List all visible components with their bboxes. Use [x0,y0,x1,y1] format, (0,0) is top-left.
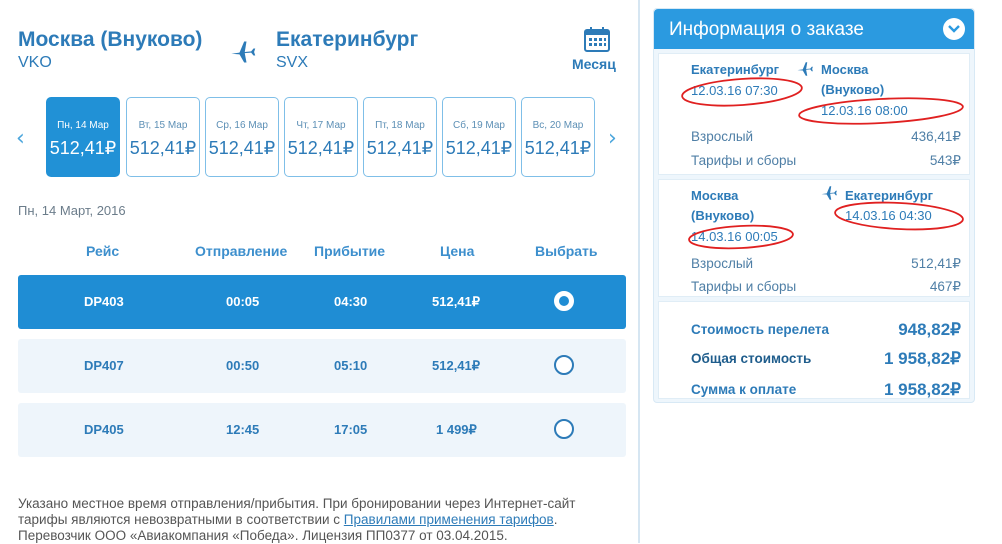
fees-label: Тарифы и сборы [691,279,797,294]
select-radio[interactable] [554,355,574,375]
day-tab-price: 512,41₽ [524,138,592,158]
day-tab[interactable]: Вт, 15 Мар 512,41₽ [126,97,200,177]
airplane-icon [797,62,813,76]
day-tab[interactable]: Вс, 20 Мар 512,41₽ [521,97,595,177]
order-info-panel: Информация о заказе Екатеринбург Москва … [653,8,975,403]
route-from-code: VKO [18,54,52,71]
footnote-text: тарифы являются невозвратными в соответс… [18,512,344,527]
radio-dot [559,296,569,306]
flight-cost-value: 948,82₽ [898,320,961,339]
column-header-select: Выбрать [535,243,598,259]
day-tab-date: Вс, 20 Мар [532,120,584,131]
day-tab-date: Сб, 19 Мар [453,120,505,131]
chevron-down-icon[interactable] [943,18,965,40]
month-view-button[interactable]: Месяц [572,56,616,72]
arrival-time: 04:30 [334,294,368,309]
calendar-icon[interactable] [584,26,610,52]
day-tab-price: 512,41₽ [129,138,197,158]
adult-price: 512,41₽ [911,256,961,271]
departure-time: 00:05 [226,294,260,309]
chevron-left-icon[interactable]: ‹ [16,126,25,151]
day-tab-price: 512,41₽ [366,138,434,158]
select-radio[interactable] [554,291,574,311]
leg-from-city: Екатеринбург [691,62,780,77]
footnote-line: Указано местное время отправления/прибыт… [18,496,576,511]
flight-price: 512,41₽ [432,358,481,373]
day-tab-date: Пн, 14 Мар [57,120,109,131]
amount-due-value: 1 958,82₽ [884,380,961,399]
day-tab-date: Вт, 15 Мар [138,120,188,131]
flight-number: DP405 [84,422,124,437]
day-tab-date: Ср, 16 Мар [216,120,268,131]
leg-from-city-line2: (Внуково) [691,208,755,223]
leg-departure-time: 12.03.16 07:30 [691,83,778,98]
column-header-flight: Рейс [86,243,120,259]
amount-due-label: Сумма к оплате [691,382,797,397]
order-info-title: Информация о заказе [669,19,864,40]
day-tab-price: 512,41₽ [287,138,355,158]
select-radio[interactable] [554,419,574,439]
flight-row[interactable]: DP403 00:05 04:30 512,41₽ [18,275,626,329]
route-to-code: SVX [276,54,309,71]
leg-to-city: Екатеринбург [845,188,934,203]
route-to-city: Екатеринбург [276,28,419,51]
leg-to-city-line2: (Внуково) [821,82,885,97]
fees-label: Тарифы и сборы [691,153,797,168]
arrival-time: 05:10 [334,358,368,373]
day-tab-price: 512,41₽ [445,138,513,158]
leg-arrival-time: 12.03.16 08:00 [821,103,908,118]
chevron-right-icon[interactable]: › [608,126,617,151]
day-tab[interactable]: Пт, 18 Мар 512,41₽ [363,97,437,177]
day-tab[interactable]: Чт, 17 Мар 512,41₽ [284,97,358,177]
footnote-line: Перевозчик ООО «Авиакомпания «Победа». Л… [18,528,508,543]
flight-price: 1 499₽ [436,422,477,437]
day-tab[interactable]: Сб, 19 Мар 512,41₽ [442,97,516,177]
departure-time: 12:45 [226,422,260,437]
order-info-header[interactable]: Информация о заказе [654,9,974,49]
fees-price: 467₽ [929,279,961,294]
adult-label: Взрослый [691,129,754,144]
route-from-city: Москва (Внуково) [18,28,203,51]
order-totals: Стоимость перелета 948,82₽ Общая стоимос… [658,301,970,399]
column-header-arrival: Прибытие [314,243,386,259]
total-cost-label: Общая стоимость [691,351,812,366]
leg-outbound: Екатеринбург Москва (Внуково) 12.03.16 0… [658,53,970,175]
footnote-line: тарифы являются невозвратными в соответс… [18,512,638,528]
fare-rules-link[interactable]: Правилами применения тарифов [344,512,554,527]
column-header-departure: Отправление [195,243,288,259]
day-tab-date: Пт, 18 Мар [375,120,425,131]
footnote: Указано местное время отправления/прибыт… [18,496,638,544]
column-header-price: Цена [440,243,475,259]
flight-row[interactable]: DP405 12:45 17:05 1 499₽ [18,403,626,457]
day-tab[interactable]: Пн, 14 Мар 512,41₽ [46,97,120,177]
arrival-time: 17:05 [334,422,368,437]
day-tab-price: 512,41₽ [49,138,117,158]
selected-date-label: Пн, 14 Март, 2016 [18,203,126,218]
flight-number: DP403 [84,294,124,309]
adult-label: Взрослый [691,256,754,271]
flight-row[interactable]: DP407 00:50 05:10 512,41₽ [18,339,626,393]
day-tab[interactable]: Ср, 16 Мар 512,41₽ [205,97,279,177]
total-cost-value: 1 958,82₽ [884,349,961,368]
flight-search-panel: Москва (Внуково) VKO Екатеринбург SVX Ме… [0,0,640,543]
flight-cost-label: Стоимость перелета [691,322,830,337]
flight-price: 512,41₽ [432,294,481,309]
day-tab-price: 512,41₽ [208,138,276,158]
leg-arrival-time: 14.03.16 04:30 [845,208,932,223]
airplane-icon [231,41,256,63]
flight-number: DP407 [84,358,124,373]
footnote-text: . [553,512,558,527]
leg-from-city: Москва [691,188,739,203]
fees-price: 543₽ [929,153,961,168]
leg-departure-time: 14.03.16 00:05 [691,229,778,244]
leg-return: Москва (Внуково) Екатеринбург 14.03.16 0… [658,179,970,297]
adult-price: 436,41₽ [911,129,961,144]
departure-time: 00:50 [226,358,260,373]
leg-to-city: Москва [821,62,869,77]
airplane-icon [821,186,837,200]
day-tab-date: Чт, 17 Мар [296,120,346,131]
